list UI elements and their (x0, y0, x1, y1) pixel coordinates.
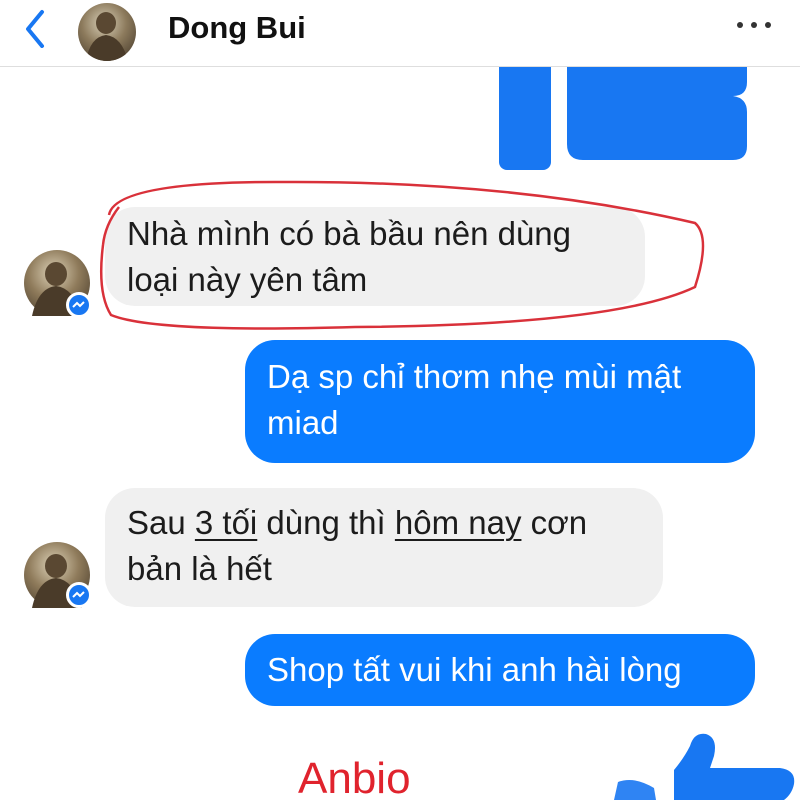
message-line: Sau 3 tối dùng thì hôm nay cơn (127, 500, 641, 546)
underlined-text: hôm nay (394, 504, 522, 541)
incoming-message-bubble[interactable]: Sau 3 tối dùng thì hôm nay cơn bản là hế… (105, 488, 663, 607)
thumbs-up-sticker-icon (499, 62, 747, 170)
outgoing-message-bubble[interactable]: Dạ sp chỉ thơm nhẹ mùi mật miad (245, 340, 755, 463)
message-line: bản là hết (127, 550, 272, 587)
outgoing-message-bubble[interactable]: Shop tất vui khi anh hài lòng (245, 634, 755, 706)
text-segment: dùng thì (257, 504, 395, 541)
contact-name[interactable]: Dong Bui (168, 10, 306, 46)
contact-avatar[interactable] (78, 3, 136, 61)
message-line: miad (267, 404, 339, 441)
thumbs-up-sticker-icon (614, 733, 795, 800)
messenger-badge-icon (66, 292, 92, 318)
more-dots-icon[interactable] (732, 14, 776, 34)
messenger-badge-icon (66, 582, 92, 608)
chat-header: Dong Bui (0, 0, 800, 67)
incoming-message-bubble[interactable]: Nhà mình có bà bầu nên dùng loại này yên… (105, 207, 645, 306)
message-line: loại này yên tâm (127, 261, 368, 298)
brand-watermark: Anbio (298, 754, 411, 803)
back-chevron-icon[interactable] (14, 8, 54, 48)
text-segment: cơn (521, 504, 588, 541)
underlined-text: 3 tối (194, 504, 258, 541)
message-line: Dạ sp chỉ thơm nhẹ mùi mật (267, 358, 682, 395)
message-line: Shop tất vui khi anh hài lòng (267, 651, 682, 688)
message-line: Nhà mình có bà bầu nên dùng (127, 215, 572, 252)
text-segment: Sau (127, 504, 195, 541)
